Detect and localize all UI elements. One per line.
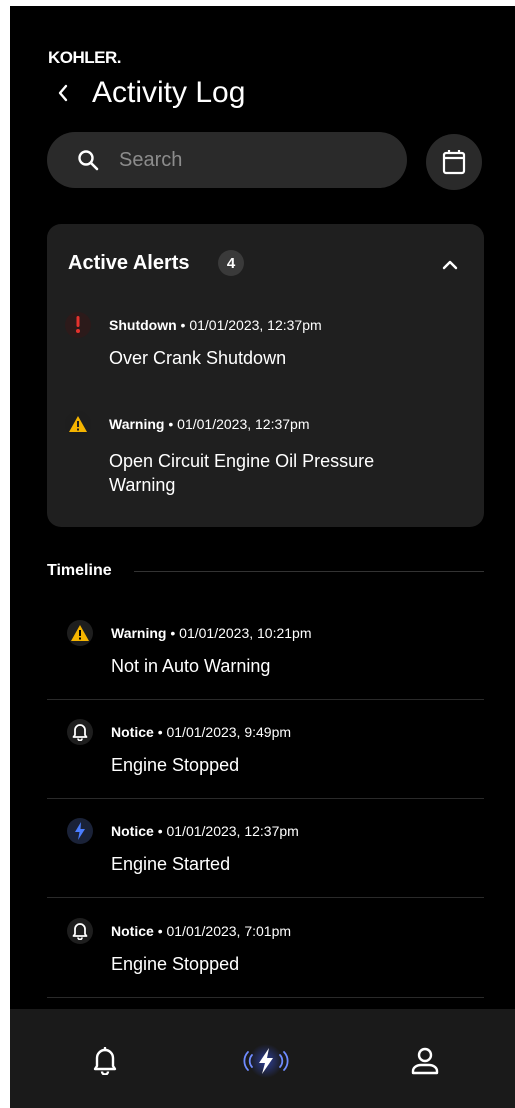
active-alerts-card: Active Alerts 4 Shutdown • 01/01/2023, 1… (47, 224, 484, 527)
exclamation-icon (65, 312, 91, 338)
user-icon (411, 1047, 439, 1075)
row-divider (47, 699, 484, 700)
alerts-count-badge: 4 (218, 250, 244, 276)
chevron-left-icon (58, 84, 68, 102)
calendar-button[interactable] (426, 134, 482, 190)
bell-icon (67, 719, 93, 745)
generator-lightning-icon (243, 1044, 289, 1078)
nav-profile-button[interactable] (403, 1039, 447, 1083)
collapse-button[interactable] (439, 254, 461, 276)
search-bar[interactable] (47, 132, 407, 188)
timeline-divider (134, 571, 484, 572)
timeline-meta: Notice • 01/01/2023, 9:49pm (111, 724, 292, 740)
active-alerts-title: Active Alerts (68, 252, 190, 274)
app-screen: KOHLER. Activity Log Active Alerts 4 Shu… (10, 6, 515, 1108)
page-title: Activity Log (92, 76, 246, 109)
calendar-icon (442, 150, 466, 175)
timeline-message: Not in Auto Warning (111, 656, 271, 676)
alert-message: Over Crank Shutdown (109, 348, 287, 368)
back-button[interactable] (52, 78, 74, 108)
row-divider (47, 897, 484, 898)
row-divider (47, 798, 484, 799)
timeline-message: Engine Started (111, 854, 231, 874)
alert-meta: Shutdown • 01/01/2023, 12:37pm (109, 317, 322, 333)
bell-icon (67, 918, 93, 944)
search-input[interactable] (117, 147, 361, 173)
bell-icon (93, 1047, 117, 1075)
warning-triangle-icon (65, 411, 91, 437)
alert-meta: Warning • 01/01/2023, 12:37pm (109, 416, 310, 432)
lightning-icon (67, 818, 93, 844)
alert-message: Open Circuit Engine Oil Pressure Warning (109, 451, 375, 495)
bottom-nav (10, 1009, 515, 1108)
timeline-message: Engine Stopped (111, 755, 240, 775)
timeline-meta: Notice • 01/01/2023, 12:37pm (111, 823, 299, 839)
warning-triangle-icon (67, 620, 93, 646)
kohler-logo: KOHLER. (48, 48, 122, 67)
timeline-meta: Warning • 01/01/2023, 10:21pm (111, 625, 312, 641)
timeline-message: Engine Stopped (111, 954, 240, 974)
row-divider (47, 997, 484, 998)
timeline-title: Timeline (47, 562, 112, 579)
nav-generator-button[interactable] (243, 1039, 289, 1083)
nav-notifications-button[interactable] (83, 1039, 127, 1083)
search-icon (77, 149, 99, 171)
timeline-meta: Notice • 01/01/2023, 7:01pm (111, 923, 292, 939)
chevron-up-icon (442, 260, 458, 270)
